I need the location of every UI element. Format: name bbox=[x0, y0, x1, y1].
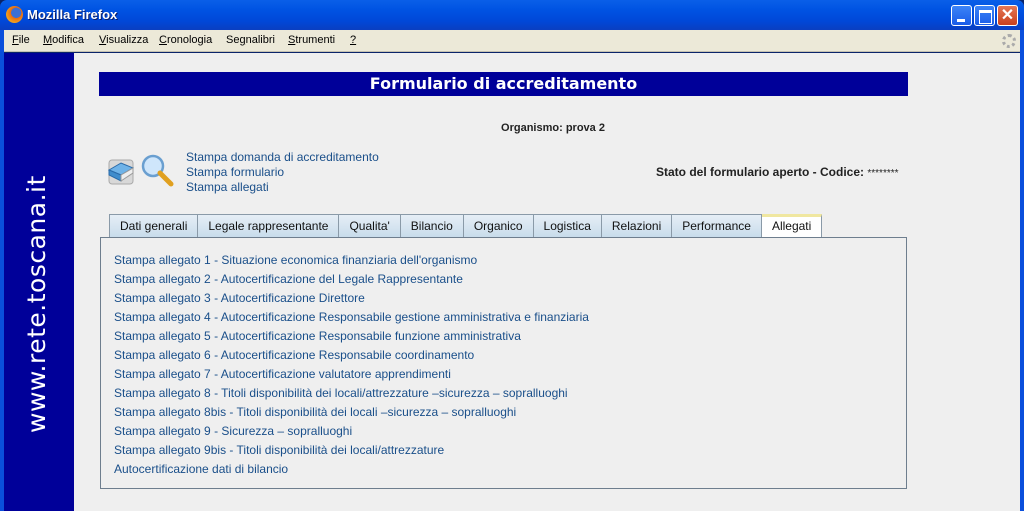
tab-bilancio[interactable]: Bilancio bbox=[400, 214, 464, 238]
menubar: File Modifica Visualizza Cronologia Segn… bbox=[4, 30, 1020, 52]
window-title: Mozilla Firefox bbox=[27, 7, 118, 22]
magnifier-icon bbox=[141, 154, 174, 187]
menu-visualizza[interactable]: Visualizza bbox=[99, 34, 148, 46]
sidebar-banner: www.rete.toscana.it bbox=[4, 53, 74, 511]
tab-relazioni[interactable]: Relazioni bbox=[601, 214, 673, 238]
tab-organico[interactable]: Organico bbox=[463, 214, 534, 238]
throbber-icon bbox=[1002, 34, 1016, 48]
window-frame-right bbox=[1020, 30, 1024, 511]
menu-strumenti[interactable]: Strumenti bbox=[288, 34, 335, 46]
tab-allegati[interactable]: Allegati bbox=[761, 214, 823, 239]
tab-legale-rappresentante[interactable]: Legale rappresentante bbox=[198, 214, 340, 238]
allegato-link[interactable]: Stampa allegato 3 - Autocertificazione D… bbox=[114, 289, 589, 308]
menu-modifica[interactable]: Modifica bbox=[43, 34, 84, 46]
page-content: Formulario di accreditamento Organismo: … bbox=[74, 53, 1020, 511]
print-allegati-link[interactable]: Stampa allegati bbox=[186, 180, 379, 195]
print-formulario-link[interactable]: Stampa formulario bbox=[186, 165, 379, 180]
allegato-link[interactable]: Stampa allegato 7 - Autocertificazione v… bbox=[114, 365, 589, 384]
book-icon bbox=[107, 159, 135, 185]
menu-cronologia[interactable]: Cronologia bbox=[159, 34, 212, 46]
menu-help[interactable]: ? bbox=[350, 34, 356, 46]
allegato-link[interactable]: Stampa allegato 1 - Situazione economica… bbox=[114, 251, 589, 270]
sidebar-site-text: www.rete.toscana.it bbox=[22, 175, 51, 433]
close-button[interactable]: ✕ bbox=[997, 5, 1018, 26]
allegati-list: Stampa allegato 1 - Situazione economica… bbox=[114, 251, 589, 479]
maximize-button[interactable] bbox=[974, 5, 995, 26]
allegato-link[interactable]: Stampa allegato 8bis - Titoli disponibil… bbox=[114, 403, 589, 422]
firefox-icon bbox=[6, 6, 23, 23]
close-icon: ✕ bbox=[1000, 7, 1015, 24]
menu-segnalibri[interactable]: Segnalibri bbox=[226, 34, 275, 46]
print-links: Stampa domanda di accreditamento Stampa … bbox=[186, 150, 379, 195]
status-code: ******** bbox=[867, 168, 899, 179]
form-status: Stato del formulario aperto - Codice: **… bbox=[656, 165, 899, 179]
print-domanda-link[interactable]: Stampa domanda di accreditamento bbox=[186, 150, 379, 165]
allegato-link[interactable]: Stampa allegato 8 - Titoli disponibilità… bbox=[114, 384, 589, 403]
window-titlebar[interactable]: Mozilla Firefox ✕ bbox=[0, 0, 1024, 30]
allegato-link[interactable]: Stampa allegato 5 - Autocertificazione R… bbox=[114, 327, 589, 346]
tab-logistica[interactable]: Logistica bbox=[533, 214, 602, 238]
tab-qualita[interactable]: Qualita' bbox=[339, 214, 401, 238]
tab-bar: Dati generali Legale rappresentante Qual… bbox=[109, 214, 823, 239]
tab-performance[interactable]: Performance bbox=[672, 214, 762, 238]
tab-dati-generali[interactable]: Dati generali bbox=[109, 214, 199, 238]
menu-file[interactable]: File bbox=[12, 34, 30, 46]
organismo-label: Organismo: prova 2 bbox=[501, 122, 605, 134]
allegato-link[interactable]: Stampa allegato 4 - Autocertificazione R… bbox=[114, 308, 589, 327]
allegato-link[interactable]: Stampa allegato 6 - Autocertificazione R… bbox=[114, 346, 589, 365]
allegato-link[interactable]: Autocertificazione dati di bilancio bbox=[114, 460, 589, 479]
allegato-link[interactable]: Stampa allegato 2 - Autocertificazione d… bbox=[114, 270, 589, 289]
allegati-panel: Stampa allegato 1 - Situazione economica… bbox=[100, 237, 907, 489]
minimize-button[interactable] bbox=[951, 5, 972, 26]
page-title: Formulario di accreditamento bbox=[99, 72, 908, 96]
print-icons bbox=[106, 153, 176, 189]
status-label: Stato del formulario aperto - Codice: bbox=[656, 165, 865, 179]
allegato-link[interactable]: Stampa allegato 9 - Sicurezza – soprallu… bbox=[114, 422, 589, 441]
allegato-link[interactable]: Stampa allegato 9bis - Titoli disponibil… bbox=[114, 441, 589, 460]
